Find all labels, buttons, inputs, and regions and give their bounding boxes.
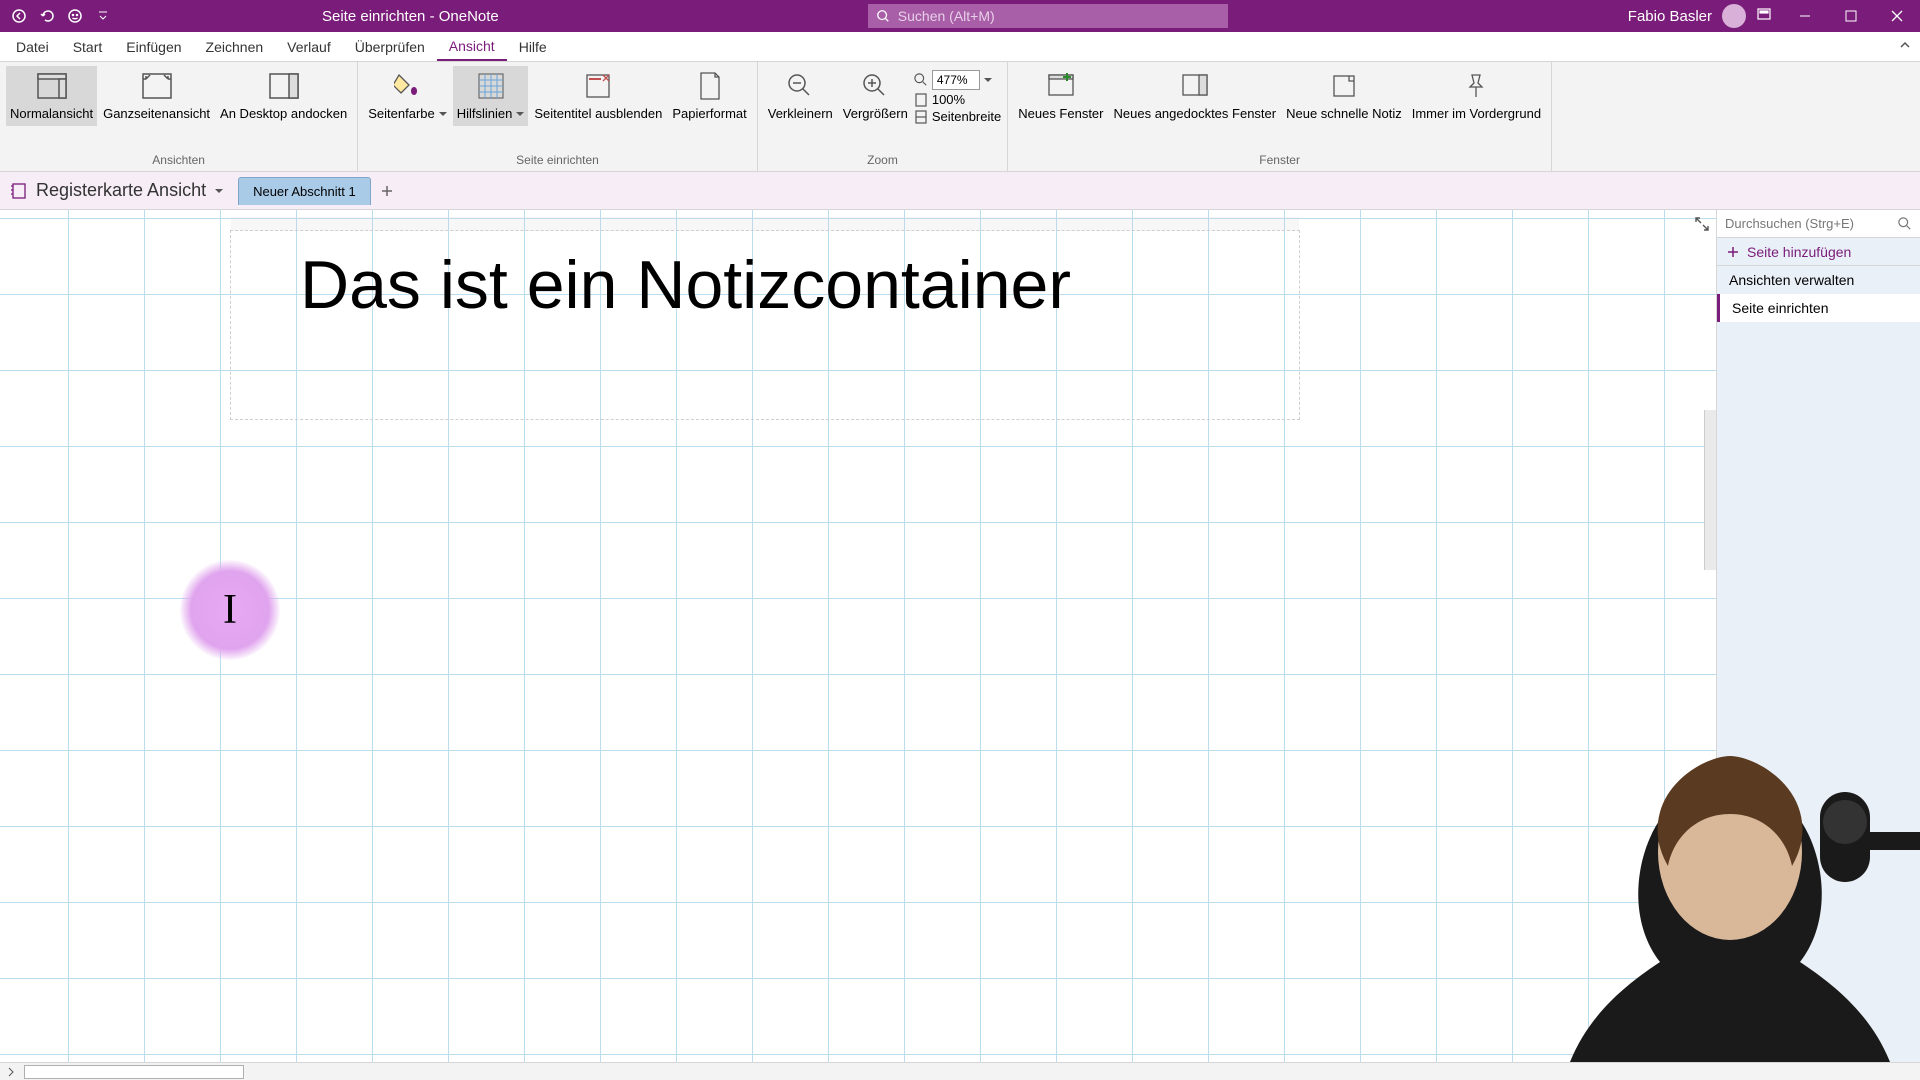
- ribbon: Normalansicht Ganzseitenansicht An Deskt…: [0, 62, 1920, 172]
- verkleinern-button[interactable]: Verkleinern: [764, 66, 837, 126]
- notebook-icon: [10, 182, 28, 200]
- chevron-down-icon: [214, 186, 224, 196]
- search-box[interactable]: Suchen (Alt+M): [868, 4, 1228, 28]
- window-title: Seite einrichten - OneNote: [322, 8, 499, 25]
- width-icon: [914, 110, 928, 124]
- menu-ueberpruefen[interactable]: Überprüfen: [343, 32, 437, 61]
- new-window-icon: [1045, 70, 1077, 102]
- ribbon-group-seite: Seitenfarbe Hilfslinien Seitentitel ausb…: [358, 62, 758, 171]
- plus-icon: [1727, 246, 1739, 258]
- search-icon: [1898, 217, 1912, 231]
- cursor-highlight: I: [180, 560, 280, 660]
- neues-fenster-button[interactable]: Neues Fenster: [1014, 66, 1107, 126]
- neues-angedocktes-fenster-button[interactable]: Neues angedocktes Fenster: [1110, 66, 1281, 126]
- ribbon-group-ansichten: Normalansicht Ganzseitenansicht An Deskt…: [0, 62, 358, 171]
- tab-strip: Registerkarte Ansicht Neuer Abschnitt 1: [0, 172, 1920, 210]
- seitenfarbe-icon: [392, 70, 424, 102]
- add-section-button[interactable]: [375, 179, 399, 203]
- papierformat-button[interactable]: Papierformat: [668, 66, 750, 126]
- hilfslinien-button[interactable]: Hilfslinien: [453, 66, 529, 126]
- undo-icon[interactable]: [36, 5, 58, 27]
- menu-ansicht[interactable]: Ansicht: [437, 32, 507, 61]
- search-placeholder: Suchen (Alt+M): [898, 8, 995, 24]
- ganzseitenansicht-button[interactable]: Ganzseitenansicht: [99, 66, 214, 126]
- immer-im-vordergrund-button[interactable]: Immer im Vordergrund: [1408, 66, 1545, 126]
- ribbon-display-icon[interactable]: [1756, 6, 1772, 26]
- status-left-icon[interactable]: [6, 1067, 16, 1077]
- normalansicht-icon: [36, 70, 68, 102]
- status-bar: [0, 1062, 1920, 1080]
- seitentitel-ausblenden-button[interactable]: Seitentitel ausblenden: [530, 66, 666, 126]
- papierformat-icon: [694, 70, 726, 102]
- close-button[interactable]: [1874, 0, 1920, 32]
- maximize-button[interactable]: [1828, 0, 1874, 32]
- search-icon: [876, 9, 890, 23]
- collapse-ribbon-icon[interactable]: [1898, 38, 1912, 55]
- user-name[interactable]: Fabio Basler: [1628, 8, 1712, 25]
- ganzseitenansicht-icon: [141, 70, 173, 102]
- group-label-fenster: Fenster: [1014, 151, 1545, 171]
- canvas-wrap: Das ist ein Notizcontainer I: [0, 210, 1716, 1062]
- menu-hilfe[interactable]: Hilfe: [507, 32, 559, 61]
- zoom-seitenbreite-button[interactable]: Seitenbreite: [914, 109, 1001, 124]
- status-input[interactable]: [24, 1065, 244, 1079]
- group-label-ansichten: Ansichten: [6, 151, 351, 171]
- work-area: Das ist ein Notizcontainer I Durchsuchen…: [0, 210, 1920, 1062]
- minimize-button[interactable]: [1782, 0, 1828, 32]
- touch-mode-icon[interactable]: [64, 5, 86, 27]
- page-canvas[interactable]: Das ist ein Notizcontainer I: [0, 210, 1716, 1062]
- title-bar: Seite einrichten - OneNote Suchen (Alt+M…: [0, 0, 1920, 32]
- menu-zeichnen[interactable]: Zeichnen: [194, 32, 276, 61]
- vertical-scrollbar[interactable]: [1704, 410, 1716, 570]
- notebook-dropdown[interactable]: Registerkarte Ansicht: [10, 180, 238, 201]
- page-panel: Durchsuchen (Strg+E) Seite hinzufügen An…: [1716, 210, 1920, 1062]
- seitentitel-icon: [582, 70, 614, 102]
- fullscreen-icon[interactable]: [1694, 216, 1710, 237]
- note-container-handle[interactable]: [231, 217, 1299, 231]
- group-label-seite: Seite einrichten: [364, 151, 751, 171]
- doc-icon: [914, 93, 928, 107]
- zoom-input[interactable]: [932, 70, 980, 90]
- group-label-zoom: Zoom: [764, 151, 1001, 171]
- menu-datei[interactable]: Datei: [4, 32, 61, 61]
- pin-icon: [1460, 70, 1492, 102]
- quick-note-icon: [1328, 70, 1360, 102]
- menu-start[interactable]: Start: [61, 32, 115, 61]
- qat-dropdown-icon[interactable]: [92, 5, 114, 27]
- hilfslinien-icon: [475, 70, 507, 102]
- zoom-in-icon: [859, 70, 891, 102]
- zoom-percent-row[interactable]: [914, 70, 1001, 90]
- magnifier-icon: [914, 73, 928, 87]
- an-desktop-andocken-button[interactable]: An Desktop andocken: [216, 66, 351, 126]
- neue-schnelle-notiz-button[interactable]: Neue schnelle Notiz: [1282, 66, 1406, 126]
- normalansicht-button[interactable]: Normalansicht: [6, 66, 97, 126]
- back-icon[interactable]: [8, 5, 30, 27]
- dock-icon: [268, 70, 300, 102]
- vergroessern-button[interactable]: Vergrößern: [839, 66, 912, 126]
- zoom-100-button[interactable]: 100%: [914, 92, 1001, 107]
- seitenfarbe-button[interactable]: Seitenfarbe: [364, 66, 451, 126]
- menu-einfuegen[interactable]: Einfügen: [114, 32, 193, 61]
- ribbon-group-zoom: Verkleinern Vergrößern 100% Seitenb: [758, 62, 1008, 171]
- zoom-out-icon: [784, 70, 816, 102]
- section-tab[interactable]: Neuer Abschnitt 1: [238, 177, 371, 205]
- docked-window-icon: [1179, 70, 1211, 102]
- page-list-item[interactable]: Ansichten verwalten: [1717, 266, 1920, 294]
- page-list-item[interactable]: Seite einrichten: [1717, 294, 1920, 322]
- menu-verlauf[interactable]: Verlauf: [275, 32, 343, 61]
- menu-bar: Datei Start Einfügen Zeichnen Verlauf Üb…: [0, 32, 1920, 62]
- ribbon-group-fenster: Neues Fenster Neues angedocktes Fenster …: [1008, 62, 1552, 171]
- page-title[interactable]: Das ist ein Notizcontainer: [300, 246, 1071, 324]
- chevron-down-icon[interactable]: [984, 76, 992, 84]
- add-page-button[interactable]: Seite hinzufügen: [1717, 238, 1920, 266]
- avatar[interactable]: [1722, 4, 1746, 28]
- search-pages-box[interactable]: Durchsuchen (Strg+E): [1717, 210, 1920, 238]
